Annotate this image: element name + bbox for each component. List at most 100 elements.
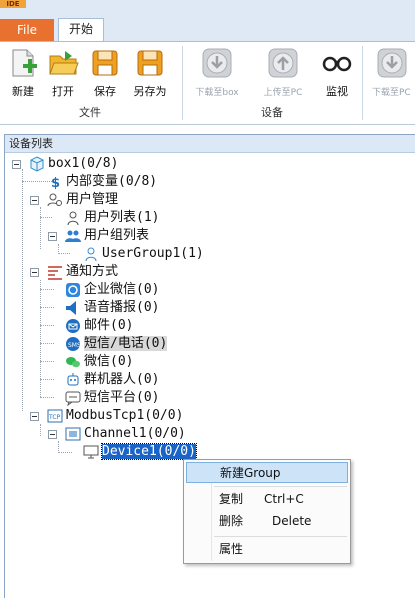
save-button-label: 保存: [94, 85, 116, 98]
new-button[interactable]: 新建: [4, 45, 42, 101]
open-folder-icon: [49, 51, 79, 75]
collapse-toggle[interactable]: [48, 430, 57, 439]
ribbon-separator: [362, 46, 363, 120]
collapse-toggle[interactable]: [30, 268, 39, 277]
user-icon: [85, 247, 97, 262]
tree-line: [40, 361, 54, 362]
open-button-label: 打开: [52, 85, 74, 98]
download-icon: [377, 48, 407, 78]
tree-item-usergroup1[interactable]: UserGroup1(1): [83, 245, 204, 263]
tree-item-user-mgmt[interactable]: 用户管理: [47, 191, 118, 209]
tree-line: [40, 289, 54, 290]
menu-item-label: 删除: [219, 514, 244, 528]
menu-item-shortcut: Ctrl+C: [264, 492, 304, 506]
svg-text:SMS: SMS: [68, 342, 81, 349]
menu-item-copy[interactable]: 复制 Ctrl+C: [186, 489, 348, 510]
tree-item-user-group-list[interactable]: 用户组列表: [65, 227, 149, 245]
dollar-icon: $: [51, 176, 60, 190]
menu-separator: [214, 536, 347, 537]
monitor-icon: [83, 445, 99, 459]
collapse-toggle[interactable]: [12, 160, 21, 169]
tree-item-robot[interactable]: 群机器人(0): [65, 371, 159, 389]
file-group-label: 文件: [79, 106, 101, 119]
tree-item-device[interactable]: Device1(0/0): [83, 443, 197, 461]
tree-item-notify[interactable]: 通知方式: [47, 263, 118, 281]
tree-line: [40, 207, 41, 249]
monitor-button-label: 监视: [326, 85, 348, 98]
save-as-button[interactable]: 另存为: [128, 45, 172, 101]
wecom-icon: [66, 283, 80, 297]
sms-icon: SMS: [66, 337, 81, 351]
tree-line: [40, 379, 54, 380]
user-group-icon: [65, 230, 81, 242]
tree-item-internal-vars[interactable]: $ 内部变量(0/8): [47, 173, 157, 191]
mail-icon: [66, 319, 80, 333]
save-as-icon: [137, 50, 163, 76]
tree-item-email[interactable]: 邮件(0): [65, 317, 133, 335]
collapse-toggle[interactable]: [48, 232, 57, 241]
device-group-label: 设备: [261, 106, 283, 119]
download-to-box-label: 下载至box: [195, 88, 239, 98]
robot-icon: [67, 373, 79, 386]
download-to-pc-button[interactable]: 下载至PC: [366, 45, 415, 101]
tab-start[interactable]: 开始: [58, 18, 104, 41]
collapse-toggle[interactable]: [30, 196, 39, 205]
monitor-glasses-icon: [322, 56, 352, 72]
tree-item-channel[interactable]: Channel1(0/0): [65, 425, 186, 443]
menu-item-label: 新建Group: [220, 466, 281, 480]
context-menu: 新建Group 复制 Ctrl+C 删除 Delete 属性: [183, 459, 351, 564]
tree-item-sms-phone[interactable]: SMS 短信/电话(0): [65, 335, 168, 353]
open-button[interactable]: 打开: [44, 45, 82, 101]
wechat-icon: [66, 357, 80, 368]
tree-item-voice[interactable]: 语音播报(0): [65, 299, 159, 317]
new-file-icon: [12, 49, 37, 77]
tree-line: [40, 217, 52, 218]
title-strip: IDE: [0, 0, 415, 16]
user-icon: [67, 211, 79, 226]
menu-item-label: 属性: [219, 542, 244, 556]
tree-line: [40, 397, 54, 398]
tab-file[interactable]: File: [0, 19, 54, 41]
collapse-toggle[interactable]: [30, 412, 39, 421]
sms-platform-icon: [65, 391, 81, 406]
app-window: IDE File 开始 新建 打开 保存 另存为 文件 下载至box 上传至PC…: [0, 0, 415, 598]
download-icon: [202, 48, 232, 78]
channel-icon: [65, 427, 81, 441]
speaker-icon: [66, 301, 76, 315]
menu-item-delete[interactable]: 删除 Delete: [186, 511, 348, 532]
save-as-button-label: 另存为: [133, 85, 167, 98]
ribbon: 新建 打开 保存 另存为 文件 下载至box 上传至PC 监视 设备 下载至PC: [0, 41, 415, 125]
menu-item-shortcut: Delete: [272, 514, 312, 528]
tree-line: [40, 307, 54, 308]
menu-item-properties[interactable]: 属性: [186, 539, 348, 560]
menu-item-label: 复制: [219, 492, 244, 506]
download-to-pc-label: 下载至PC: [372, 88, 411, 98]
monitor-button[interactable]: 监视: [317, 45, 357, 101]
save-button[interactable]: 保存: [86, 45, 124, 101]
menu-item-new-group[interactable]: 新建Group: [186, 462, 348, 483]
upload-to-pc-button[interactable]: 上传至PC: [254, 45, 312, 101]
tree-item-user-list[interactable]: 用户列表(1): [65, 209, 159, 227]
panel-title: 设备列表: [5, 135, 415, 153]
tree-line: [40, 343, 54, 344]
tree-item-sms-platform[interactable]: 短信平台(0): [65, 389, 159, 407]
tree-item-box1[interactable]: box1(0/8): [29, 155, 118, 173]
tree-line: [40, 325, 54, 326]
upload-icon: [268, 48, 298, 78]
menu-separator: [214, 486, 347, 487]
new-button-label: 新建: [12, 85, 34, 98]
app-logo: IDE: [0, 0, 26, 8]
tree-line: [22, 169, 23, 411]
save-icon: [92, 50, 118, 76]
ribbon-tab-bar: File 开始: [0, 16, 415, 41]
download-to-box-button[interactable]: 下载至box: [188, 45, 246, 101]
tree-item-modbus[interactable]: TCP ModbusTcp1(0/0): [47, 407, 183, 425]
tree-item-wecom[interactable]: 企业微信(0): [65, 281, 159, 299]
tree-line: [58, 253, 70, 254]
user-gear-icon: [47, 193, 62, 207]
notify-icon: [48, 266, 62, 280]
tree-item-wechat[interactable]: 微信(0): [65, 353, 133, 371]
svg-text:$: $: [51, 176, 60, 190]
ribbon-separator: [182, 46, 183, 120]
tree-line: [58, 452, 72, 453]
